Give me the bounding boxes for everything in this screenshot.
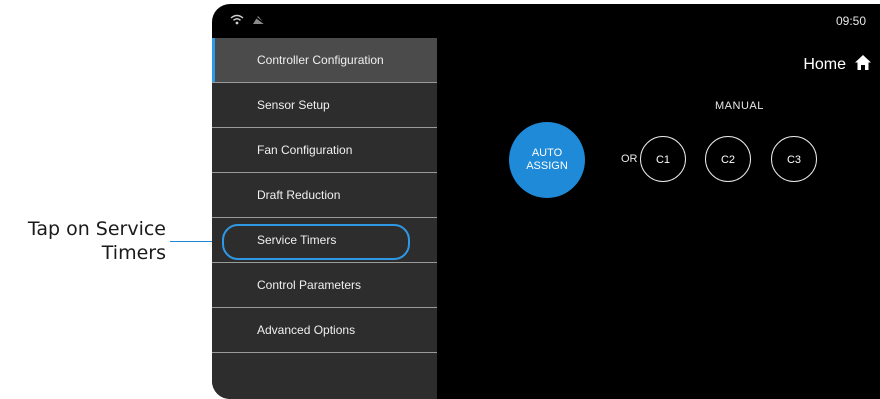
home-icon (854, 54, 872, 76)
channel-c1-button[interactable]: C1 (640, 136, 686, 182)
main-panel: Home MANUAL AUTO ASSIGN OR C1 C2 C3 (437, 38, 880, 399)
manual-label: MANUAL (715, 100, 764, 112)
annotation-callout: Tap on Service Timers (0, 217, 166, 265)
home-label: Home (803, 56, 846, 73)
callout-line-2: Timers (101, 242, 166, 264)
menu-item-label: Control Parameters (257, 278, 362, 292)
menu-item-label: Draft Reduction (257, 188, 341, 202)
status-bar: 09:50 (212, 4, 880, 38)
menu-item-label: Advanced Options (257, 323, 356, 337)
wifi-icon (230, 12, 244, 30)
callout-line-1: Tap on Service (27, 218, 166, 240)
auto-assign-button[interactable]: AUTO ASSIGN (509, 122, 585, 198)
auto-assign-line-1: AUTO (531, 147, 563, 159)
menu-item-draft-reduction[interactable]: Draft Reduction (212, 173, 437, 218)
channel-c2-button[interactable]: C2 (705, 136, 751, 182)
sidebar-menu: Controller Configuration Sensor Setup Fa… (212, 38, 437, 399)
menu-item-advanced-options[interactable]: Advanced Options (212, 308, 437, 353)
menu-item-fan-configuration[interactable]: Fan Configuration (212, 128, 437, 173)
home-button[interactable]: Home (803, 54, 872, 76)
menu-item-label: Fan Configuration (257, 143, 353, 157)
channel-c3-button[interactable]: C3 (771, 136, 817, 182)
or-label: OR (621, 153, 638, 165)
menu-item-service-timers[interactable]: Service Timers (212, 218, 437, 263)
menu-item-sensor-setup[interactable]: Sensor Setup (212, 83, 437, 128)
clock: 09:50 (835, 14, 866, 28)
menu-item-control-parameters[interactable]: Control Parameters (212, 263, 437, 308)
device-screen: 09:50 Controller Configuration Sensor Se… (212, 4, 880, 399)
highlight-ring (222, 224, 410, 260)
auto-assign-line-2: ASSIGN (526, 160, 568, 172)
muted-icon (252, 12, 266, 30)
status-icons (230, 12, 266, 30)
menu-item-label: Controller Configuration (257, 53, 384, 67)
menu-item-label: Sensor Setup (257, 98, 330, 112)
menu-item-controller-configuration[interactable]: Controller Configuration (212, 38, 437, 83)
